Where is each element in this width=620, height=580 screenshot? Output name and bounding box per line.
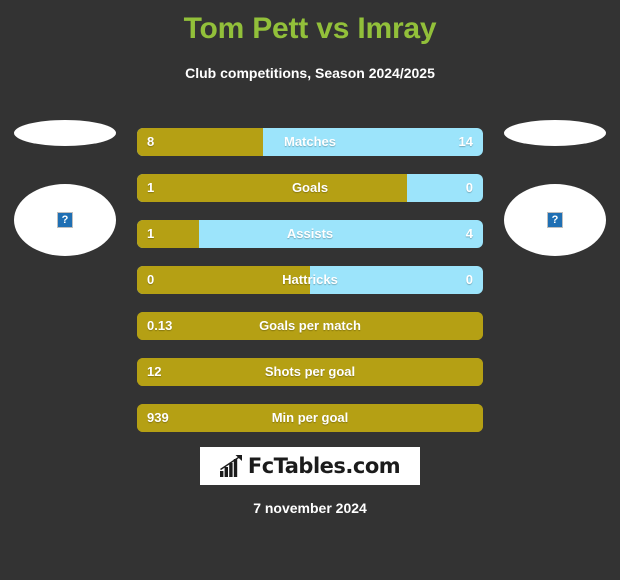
stat-bar-row: 0 Hattricks 0	[137, 266, 483, 294]
broken-image-icon: ?	[57, 212, 73, 228]
stat-bar-label: Goals	[291, 180, 329, 195]
page-subtitle: Club competitions, Season 2024/2025	[185, 65, 435, 81]
stat-bar-right-value: 14	[458, 134, 473, 149]
stat-bar-right-value: 4	[465, 226, 473, 241]
left-player-photo: ?	[14, 184, 116, 256]
bar-chart-up-icon	[219, 455, 242, 477]
fctables-logo-text: FcTables.com	[247, 454, 401, 478]
stat-bar-label: Matches	[283, 134, 337, 149]
stat-bars-list: 8 Matches 14 1 Goals 0 1 Assists 4 0 Hattricks 0 0.1…	[137, 128, 483, 450]
stat-bar-row: 8 Matches 14	[137, 128, 483, 156]
stat-bar-label: Min per goal	[271, 410, 349, 425]
broken-image-icon: ?	[547, 212, 563, 228]
right-player-photo-top-ellipse	[504, 120, 606, 146]
stat-comparison-page: Tom Pett vs Imray Club competitions, Sea…	[0, 0, 620, 580]
right-player-photo: ?	[504, 184, 606, 256]
stat-bar-row: 1 Assists 4	[137, 220, 483, 248]
stat-bar-label: Goals per match	[259, 318, 361, 333]
left-player-photo-top-ellipse	[14, 120, 116, 146]
stat-bar-row: 12 Shots per goal	[137, 358, 483, 386]
page-title: Tom Pett vs Imray	[183, 12, 437, 45]
stat-bar-row: 1 Goals 0	[137, 174, 483, 202]
fctables-logo[interactable]: FcTables.com	[200, 447, 420, 485]
stat-bar-label: Hattricks	[282, 272, 338, 287]
stat-bar-row: 939 Min per goal	[137, 404, 483, 432]
stat-bar-row: 0.13 Goals per match	[137, 312, 483, 340]
stat-bar-label: Assists	[286, 226, 334, 241]
stat-bar-label: Shots per goal	[264, 364, 356, 379]
stat-bar-right-value: 0	[465, 180, 473, 195]
stat-bar-right-value: 0	[465, 272, 473, 287]
footer-date: 7 november 2024	[253, 500, 367, 516]
